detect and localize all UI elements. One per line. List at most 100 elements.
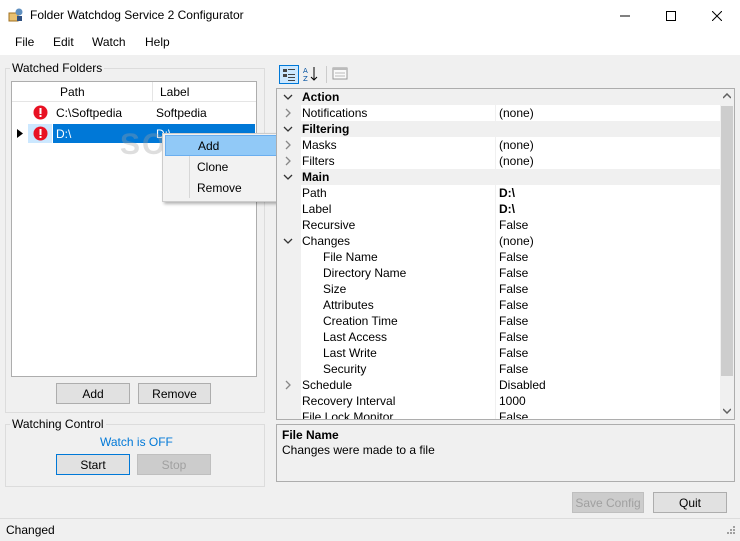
column-separator — [495, 137, 496, 153]
property-row[interactable]: Size False — [277, 281, 720, 297]
property-name: Directory Name — [323, 266, 407, 280]
property-value[interactable]: False — [499, 218, 528, 232]
property-row[interactable]: Security False — [277, 361, 720, 377]
chevron-right-icon[interactable] — [283, 108, 293, 118]
menu-file[interactable]: File — [15, 35, 34, 49]
property-value[interactable]: False — [499, 314, 528, 328]
context-remove[interactable]: Remove — [165, 178, 277, 199]
property-row[interactable]: Filters (none) — [277, 153, 720, 169]
property-grid[interactable]: Action Notifications (none) Filtering Masks (… — [276, 88, 735, 420]
start-button[interactable]: Start — [56, 454, 130, 475]
property-row[interactable]: Notifications (none) — [277, 105, 720, 121]
categorized-button[interactable] — [279, 65, 299, 84]
property-row[interactable]: Changes (none) — [277, 233, 720, 249]
remove-folder-button[interactable]: Remove — [138, 383, 211, 404]
property-category[interactable]: Main — [277, 169, 720, 185]
column-separator — [495, 409, 496, 419]
property-category[interactable]: Filtering — [277, 121, 720, 137]
maximize-button[interactable] — [648, 0, 694, 31]
property-row[interactable]: Attributes False — [277, 297, 720, 313]
property-value[interactable]: False — [499, 298, 528, 312]
property-value[interactable]: False — [499, 282, 528, 296]
property-row[interactable]: Recovery Interval 1000 — [277, 393, 720, 409]
property-value[interactable]: False — [499, 362, 528, 376]
property-value[interactable]: False — [499, 250, 528, 264]
scroll-thumb[interactable] — [721, 106, 733, 376]
property-value[interactable]: (none) — [499, 154, 534, 168]
resize-grip-icon[interactable] — [724, 525, 736, 537]
property-pages-button[interactable] — [331, 65, 351, 84]
menu-help[interactable]: Help — [145, 35, 170, 49]
context-add[interactable]: Add — [165, 135, 277, 156]
property-name: File Name — [323, 250, 378, 264]
chevron-right-icon[interactable] — [283, 380, 293, 390]
row-gutter — [277, 345, 301, 361]
list-item[interactable]: C:\Softpedia Softpedia — [12, 102, 256, 123]
close-icon — [712, 10, 722, 21]
minimize-button[interactable] — [602, 0, 648, 31]
row-indicator-icon — [17, 129, 23, 138]
column-divider — [152, 82, 153, 101]
property-row[interactable]: Creation Time False — [277, 313, 720, 329]
property-grid-scrollbar[interactable] — [720, 89, 734, 419]
row-gutter — [277, 281, 301, 297]
row-label: Softpedia — [156, 106, 207, 120]
property-row[interactable]: Last Access False — [277, 329, 720, 345]
property-value[interactable]: False — [499, 330, 528, 344]
property-name: Recursive — [302, 218, 356, 232]
column-separator — [495, 153, 496, 169]
property-value[interactable]: (none) — [499, 138, 534, 152]
property-row[interactable]: File Lock Monitor False — [277, 409, 720, 420]
help-description: Changes were made to a file — [282, 443, 435, 457]
column-path[interactable]: Path — [60, 85, 85, 99]
property-row[interactable]: Last Write False — [277, 345, 720, 361]
property-value[interactable]: D:\ — [499, 186, 515, 200]
svg-text:A: A — [303, 67, 308, 75]
watched-folders-list[interactable]: Path Label C:\Softpedia Softpedia D:\ D:… — [11, 81, 257, 377]
property-row[interactable]: Directory Name False — [277, 265, 720, 281]
column-separator — [495, 105, 496, 121]
property-value[interactable]: False — [499, 346, 528, 360]
property-row[interactable]: Masks (none) — [277, 137, 720, 153]
property-name: File Lock Monitor — [302, 410, 394, 420]
chevron-down-icon[interactable] — [283, 92, 293, 102]
chevron-down-icon[interactable] — [283, 236, 293, 246]
property-name: Creation Time — [323, 314, 398, 328]
property-category[interactable]: Action — [277, 89, 720, 105]
column-separator — [495, 233, 496, 249]
close-button[interactable] — [694, 0, 740, 31]
chevron-down-icon[interactable] — [283, 124, 293, 134]
chevron-right-icon[interactable] — [283, 140, 293, 150]
row-gutter — [277, 265, 301, 281]
help-title: File Name — [282, 428, 339, 442]
property-value[interactable]: False — [499, 410, 528, 419]
stop-button[interactable]: Stop — [137, 454, 211, 475]
context-clone[interactable]: Clone — [165, 157, 277, 178]
scroll-up-icon[interactable] — [723, 93, 731, 99]
property-name: Label — [302, 202, 332, 216]
property-value[interactable]: False — [499, 266, 528, 280]
property-row[interactable]: Path D:\ — [277, 185, 720, 201]
property-row[interactable]: Recursive False — [277, 217, 720, 233]
alphabetical-button[interactable]: A Z — [301, 65, 321, 84]
property-value[interactable]: D:\ — [499, 202, 515, 216]
chevron-right-icon[interactable] — [283, 156, 293, 166]
property-row[interactable]: File Name False — [277, 249, 720, 265]
property-value[interactable]: (none) — [499, 106, 534, 120]
property-row[interactable]: Label D:\ — [277, 201, 720, 217]
quit-button[interactable]: Quit — [653, 492, 727, 513]
column-label[interactable]: Label — [160, 85, 189, 99]
property-value[interactable]: (none) — [499, 234, 534, 248]
list-header: Path Label — [12, 82, 256, 102]
property-value[interactable]: Disabled — [499, 378, 546, 392]
menu-watch[interactable]: Watch — [92, 35, 126, 49]
watching-control-label: Watching Control — [10, 417, 106, 431]
property-row[interactable]: Schedule Disabled — [277, 377, 720, 393]
save-config-button[interactable]: Save Config — [572, 492, 644, 513]
menu-edit[interactable]: Edit — [53, 35, 74, 49]
column-separator — [495, 201, 496, 217]
add-folder-button[interactable]: Add — [56, 383, 130, 404]
property-value[interactable]: 1000 — [499, 394, 526, 408]
scroll-down-icon[interactable] — [723, 408, 731, 414]
chevron-down-icon[interactable] — [283, 172, 293, 182]
